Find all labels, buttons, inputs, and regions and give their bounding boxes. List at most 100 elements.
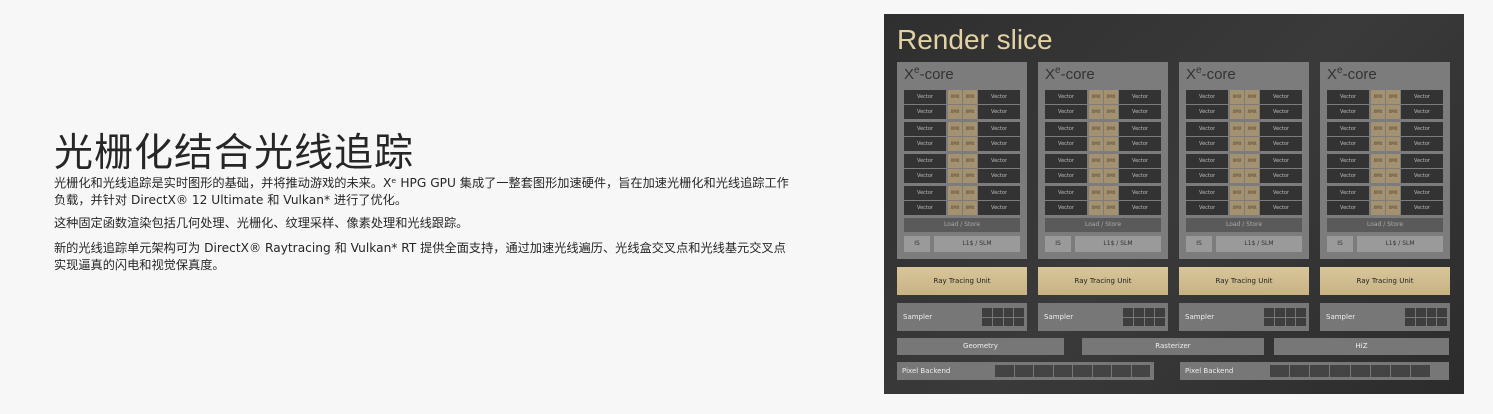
pixel-backend-label: Pixel Backend <box>1185 367 1234 375</box>
execution-group: Vector XMX XMX Vector Vector XMX XMX Vector <box>904 90 1020 119</box>
xmx-unit: XMX <box>1245 169 1259 183</box>
xe-core-panel: Xe-core Vector XMX XMX Vector Vector XMX XMX Vec… <box>897 62 1027 259</box>
vector-engine: Vector <box>1186 169 1228 183</box>
vector-engine: Vector <box>1186 201 1228 215</box>
xmx-unit: XMX <box>1089 186 1103 200</box>
sampler-grid <box>1264 308 1306 326</box>
execution-group: Vector XMX XMX Vector Vector XMX XMX Vector <box>1045 90 1161 119</box>
xmx-unit: XMX <box>963 201 977 215</box>
execution-group: Vector XMX XMX Vector Vector XMX XMX Vector <box>1186 122 1302 151</box>
load-store-block: Load / Store <box>1186 218 1302 232</box>
instruction-cache-block: IS <box>1045 236 1071 252</box>
xmx-unit: XMX <box>1245 90 1259 104</box>
instruction-cache-block: IS <box>904 236 930 252</box>
vector-engine: Vector <box>978 169 1020 183</box>
execution-group: Vector XMX XMX Vector Vector XMX XMX Vector <box>904 122 1020 151</box>
xmx-unit: XMX <box>948 154 962 168</box>
xmx-unit: XMX <box>1371 90 1385 104</box>
xe-core-label: Xe-core <box>904 65 954 83</box>
vector-engine: Vector <box>1119 186 1161 200</box>
l1-cache-slm-block: L1$ / SLM <box>1075 236 1161 252</box>
sampler-block: Sampler <box>1320 303 1450 331</box>
vector-engine: Vector <box>1186 105 1228 119</box>
ray-tracing-unit: Ray Tracing Unit <box>1320 267 1450 295</box>
xmx-unit: XMX <box>1386 105 1400 119</box>
vector-engine: Vector <box>1401 137 1443 151</box>
vector-engine: Vector <box>1045 201 1087 215</box>
vector-engine: Vector <box>1401 154 1443 168</box>
vector-engine: Vector <box>904 105 946 119</box>
xmx-unit: XMX <box>963 154 977 168</box>
xmx-unit: XMX <box>963 90 977 104</box>
vector-engine: Vector <box>1260 201 1302 215</box>
vector-engine: Vector <box>1119 105 1161 119</box>
pixel-backend-grid <box>995 365 1150 377</box>
vector-engine: Vector <box>1401 169 1443 183</box>
vector-engine: Vector <box>1327 154 1369 168</box>
xmx-unit: XMX <box>1245 122 1259 136</box>
xmx-unit: XMX <box>1230 137 1244 151</box>
xmx-unit: XMX <box>1089 201 1103 215</box>
xmx-unit: XMX <box>1089 154 1103 168</box>
page-title: 光栅化结合光线追踪 <box>54 131 415 176</box>
vector-engine: Vector <box>1045 186 1087 200</box>
xmx-unit: XMX <box>1245 105 1259 119</box>
vector-engine: Vector <box>1260 186 1302 200</box>
vector-engine: Vector <box>1186 186 1228 200</box>
xmx-unit: XMX <box>1386 169 1400 183</box>
vector-engine: Vector <box>1186 154 1228 168</box>
vector-engine: Vector <box>1260 137 1302 151</box>
pixel-backend-grid <box>1270 365 1430 377</box>
vector-engine: Vector <box>1186 90 1228 104</box>
l1-cache-slm-block: L1$ / SLM <box>934 236 1020 252</box>
instruction-cache-block: IS <box>1186 236 1212 252</box>
xmx-unit: XMX <box>1230 90 1244 104</box>
xmx-unit: XMX <box>1104 154 1118 168</box>
xe-core-panel: Xe-core Vector XMX XMX Vector Vector XMX XMX Vec… <box>1320 62 1450 259</box>
l1-cache-slm-block: L1$ / SLM <box>1357 236 1443 252</box>
execution-group: Vector XMX XMX Vector Vector XMX XMX Vector <box>1186 90 1302 119</box>
vector-engine: Vector <box>904 90 946 104</box>
ray-tracing-paragraph: 新的光线追踪单元架构可为 DirectX® Raytracing 和 Vulka… <box>54 241 786 272</box>
xmx-unit: XMX <box>1245 137 1259 151</box>
xmx-unit: XMX <box>1386 137 1400 151</box>
xmx-unit: XMX <box>1245 186 1259 200</box>
xmx-unit: XMX <box>1230 122 1244 136</box>
execution-group: Vector XMX XMX Vector Vector XMX XMX Vector <box>1327 154 1443 183</box>
diagram-title: Render slice <box>897 24 1053 55</box>
xmx-unit: XMX <box>1230 201 1244 215</box>
xmx-unit: XMX <box>1386 122 1400 136</box>
xmx-unit: XMX <box>948 122 962 136</box>
load-store-block: Load / Store <box>904 218 1020 232</box>
intro-paragraph: 光栅化和光线追踪是实时图形的基础，并将推动游戏的未来。Xᵉ HPG GPU 集成… <box>54 176 789 207</box>
vector-engine: Vector <box>904 154 946 168</box>
sampler-block: Sampler <box>1038 303 1168 331</box>
xmx-unit: XMX <box>1104 186 1118 200</box>
vector-engine: Vector <box>1045 105 1087 119</box>
vector-engine: Vector <box>904 201 946 215</box>
vector-engine: Vector <box>978 186 1020 200</box>
vector-engine: Vector <box>1327 105 1369 119</box>
xe-x: X <box>1045 66 1056 83</box>
vector-engine: Vector <box>1119 169 1161 183</box>
vector-engine: Vector <box>1260 169 1302 183</box>
vector-engine: Vector <box>1260 154 1302 168</box>
execution-group: Vector XMX XMX Vector Vector XMX XMX Vector <box>1327 186 1443 215</box>
ray-tracing-unit: Ray Tracing Unit <box>1038 267 1168 295</box>
xe-core-panel: Xe-core Vector XMX XMX Vector Vector XMX XMX Vec… <box>1038 62 1168 259</box>
render-slice-diagram: Render slice Geometry Rasterizer HiZ Pix… <box>884 14 1464 394</box>
vector-engine: Vector <box>904 169 946 183</box>
vector-engine: Vector <box>1119 137 1161 151</box>
xe-x: X <box>904 66 915 83</box>
vector-engine: Vector <box>1045 154 1087 168</box>
xmx-unit: XMX <box>1230 186 1244 200</box>
pixel-backend-label: Pixel Backend <box>902 367 951 375</box>
xmx-unit: XMX <box>1386 90 1400 104</box>
vector-engine: Vector <box>978 105 1020 119</box>
xe-core-text: -core <box>919 66 954 83</box>
xe-x: X <box>1186 66 1197 83</box>
xmx-unit: XMX <box>1104 137 1118 151</box>
vector-engine: Vector <box>1327 169 1369 183</box>
xmx-unit: XMX <box>1230 154 1244 168</box>
vector-engine: Vector <box>1260 90 1302 104</box>
